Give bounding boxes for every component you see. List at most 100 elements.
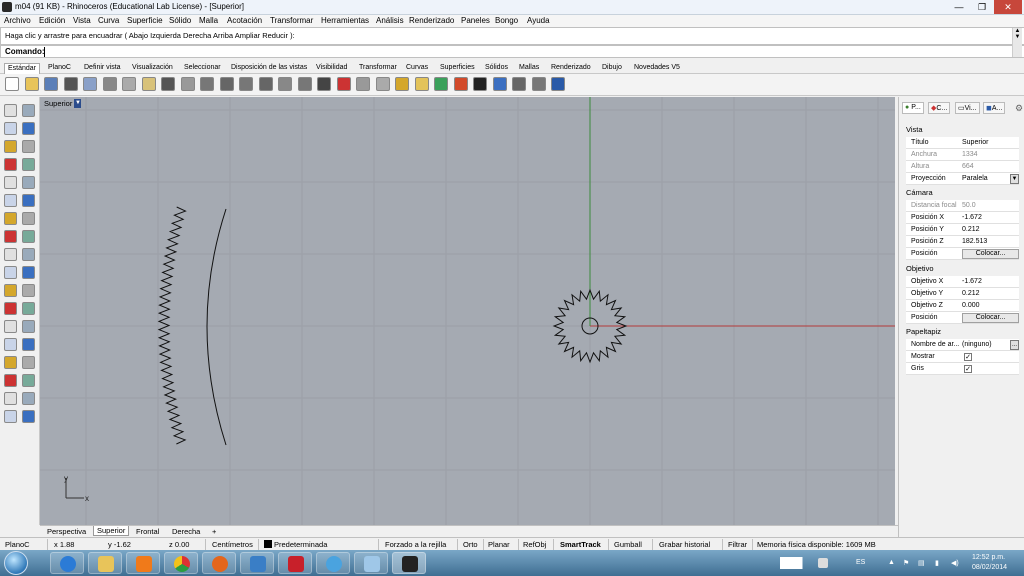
curve-icon[interactable] — [22, 122, 35, 135]
gris-checkbox[interactable]: ✓ — [964, 365, 972, 373]
status-filter[interactable]: Filtrar — [728, 540, 747, 549]
import-icon[interactable] — [83, 77, 97, 91]
surface-icon[interactable] — [4, 194, 17, 207]
copy-icon[interactable] — [122, 77, 136, 91]
menu-analisis[interactable]: Análisis — [376, 16, 404, 25]
add-viewport-tab-button[interactable]: + — [212, 527, 216, 536]
tab-transformar[interactable]: Transformar — [359, 64, 397, 71]
lock-icon[interactable] — [375, 77, 390, 91]
light-icon[interactable] — [414, 77, 429, 91]
polygon-icon[interactable] — [4, 158, 17, 171]
status-planoc[interactable]: PlanoC — [5, 540, 30, 549]
viewport-menu-icon[interactable]: ▼ — [74, 99, 82, 108]
taskbar-app-red[interactable] — [278, 552, 312, 574]
maximize-button[interactable]: ❐ — [971, 0, 993, 14]
command-line[interactable]: Comando: — [0, 45, 1024, 58]
objetivo-x-value[interactable]: -1.672 — [962, 278, 982, 285]
tab-planoc[interactable]: PlanoC — [48, 64, 71, 71]
boolean-icon[interactable] — [4, 248, 17, 261]
tab-curvas[interactable]: Curvas — [406, 64, 428, 71]
new-icon[interactable] — [5, 77, 19, 91]
car-icon[interactable] — [336, 77, 351, 91]
mesh-icon[interactable] — [4, 392, 17, 405]
layer-icon[interactable] — [395, 77, 409, 91]
array-icon[interactable] — [4, 284, 17, 297]
tray-arrow-icon[interactable]: ▲ — [888, 559, 895, 566]
freeform-icon[interactable] — [22, 176, 35, 189]
status-planar[interactable]: Planar — [488, 540, 510, 549]
viewport-title[interactable]: Superior ▼ — [44, 99, 82, 109]
taskbar-app-blue[interactable] — [240, 552, 274, 574]
status-gumball[interactable]: Gumball — [614, 540, 642, 549]
titulo-value[interactable]: Superior — [962, 139, 988, 146]
move-icon[interactable] — [22, 338, 35, 351]
box-icon[interactable] — [4, 212, 17, 225]
status-smarttrack[interactable]: SmartTrack — [560, 540, 601, 549]
tab-superior[interactable]: Superior — [93, 526, 130, 536]
menu-acotacion[interactable]: Acotación — [227, 16, 262, 25]
taskbar-chrome[interactable] — [164, 552, 198, 574]
tab-perspectiva[interactable]: Perspectiva — [47, 527, 86, 536]
status-refobj[interactable]: RefObj — [523, 540, 546, 549]
taskbar-firefox[interactable] — [202, 552, 236, 574]
zoom-icon[interactable] — [219, 77, 234, 91]
zoom-all-icon[interactable] — [297, 77, 312, 91]
zoom-extents-icon[interactable] — [258, 77, 273, 91]
language-indicator[interactable]: ES — [856, 559, 865, 566]
command-input-caret[interactable] — [44, 47, 45, 57]
transform-icon[interactable] — [4, 266, 17, 279]
rotate-icon[interactable] — [4, 338, 17, 351]
volume-icon[interactable]: ◀) — [951, 559, 959, 567]
viewport-name[interactable]: Superior — [44, 99, 72, 108]
minimize-button[interactable]: — — [948, 0, 970, 14]
rotate-view-icon[interactable] — [200, 77, 214, 91]
scale-icon[interactable] — [22, 284, 35, 297]
taskbar-app-ie2[interactable] — [316, 552, 350, 574]
tab-definir-vista[interactable]: Definir vista — [84, 64, 121, 71]
extrude-icon[interactable] — [22, 194, 35, 207]
battery-icon[interactable]: ▮ — [935, 559, 939, 567]
mirror-icon[interactable] — [22, 266, 35, 279]
app-tray-icon[interactable] — [818, 558, 828, 568]
tab-solidos[interactable]: Sólidos — [485, 64, 508, 71]
status-layer[interactable]: Predeterminada — [274, 540, 327, 549]
browse-file-button[interactable]: ... — [1010, 340, 1019, 350]
tab-disposicion[interactable]: Disposición de las vistas — [231, 64, 307, 71]
check-icon[interactable] — [22, 410, 35, 423]
explode-icon[interactable] — [4, 302, 17, 315]
split-icon[interactable] — [4, 320, 17, 333]
tab-frontal[interactable]: Frontal — [136, 527, 159, 536]
status-orto[interactable]: Orto — [463, 540, 478, 549]
eye-icon[interactable] — [356, 77, 370, 91]
flag-icon[interactable]: ⚑ — [903, 559, 909, 567]
tab-visibilidad[interactable]: Visibilidad — [316, 64, 347, 71]
paste-icon[interactable] — [141, 77, 156, 91]
zoom-window-icon[interactable] — [239, 77, 253, 91]
command-scrollbar[interactable]: ▲ ▼ — [1012, 28, 1022, 57]
taskbar-ie[interactable] — [50, 552, 84, 574]
render-icon[interactable] — [4, 410, 17, 423]
tab-visualizacion[interactable]: Visualización — [132, 64, 173, 71]
gear-icon[interactable]: ⚙ — [1015, 103, 1023, 114]
menu-renderizado[interactable]: Renderizado — [409, 16, 454, 25]
posicion-z-value[interactable]: 182.513 — [962, 238, 987, 245]
print-icon[interactable] — [63, 77, 78, 91]
taskbar-app-notes[interactable] — [354, 552, 388, 574]
objetivo-z-value[interactable]: 0.000 — [962, 302, 980, 309]
menu-bongo[interactable]: Bongo — [495, 16, 518, 25]
menu-vista[interactable]: Vista — [73, 16, 91, 25]
status-units[interactable]: Centímetros — [212, 540, 253, 549]
status-history[interactable]: Grabar historial — [659, 540, 710, 549]
fillet-icon[interactable] — [22, 248, 35, 261]
display-icon[interactable] — [512, 77, 526, 91]
start-button[interactable] — [4, 551, 28, 575]
menu-archivo[interactable]: Archivo — [4, 16, 31, 25]
color-icon[interactable] — [434, 77, 448, 91]
taskbar-media-player[interactable] — [126, 552, 160, 574]
menu-edicion[interactable]: Edición — [39, 16, 65, 25]
menu-superficie[interactable]: Superficie — [127, 16, 163, 25]
proyeccion-dropdown-icon[interactable]: ▼ — [1010, 174, 1019, 184]
tab-estandar[interactable]: Estándar — [4, 63, 41, 74]
cut-icon[interactable] — [102, 77, 117, 91]
sphere-icon[interactable] — [492, 77, 507, 91]
